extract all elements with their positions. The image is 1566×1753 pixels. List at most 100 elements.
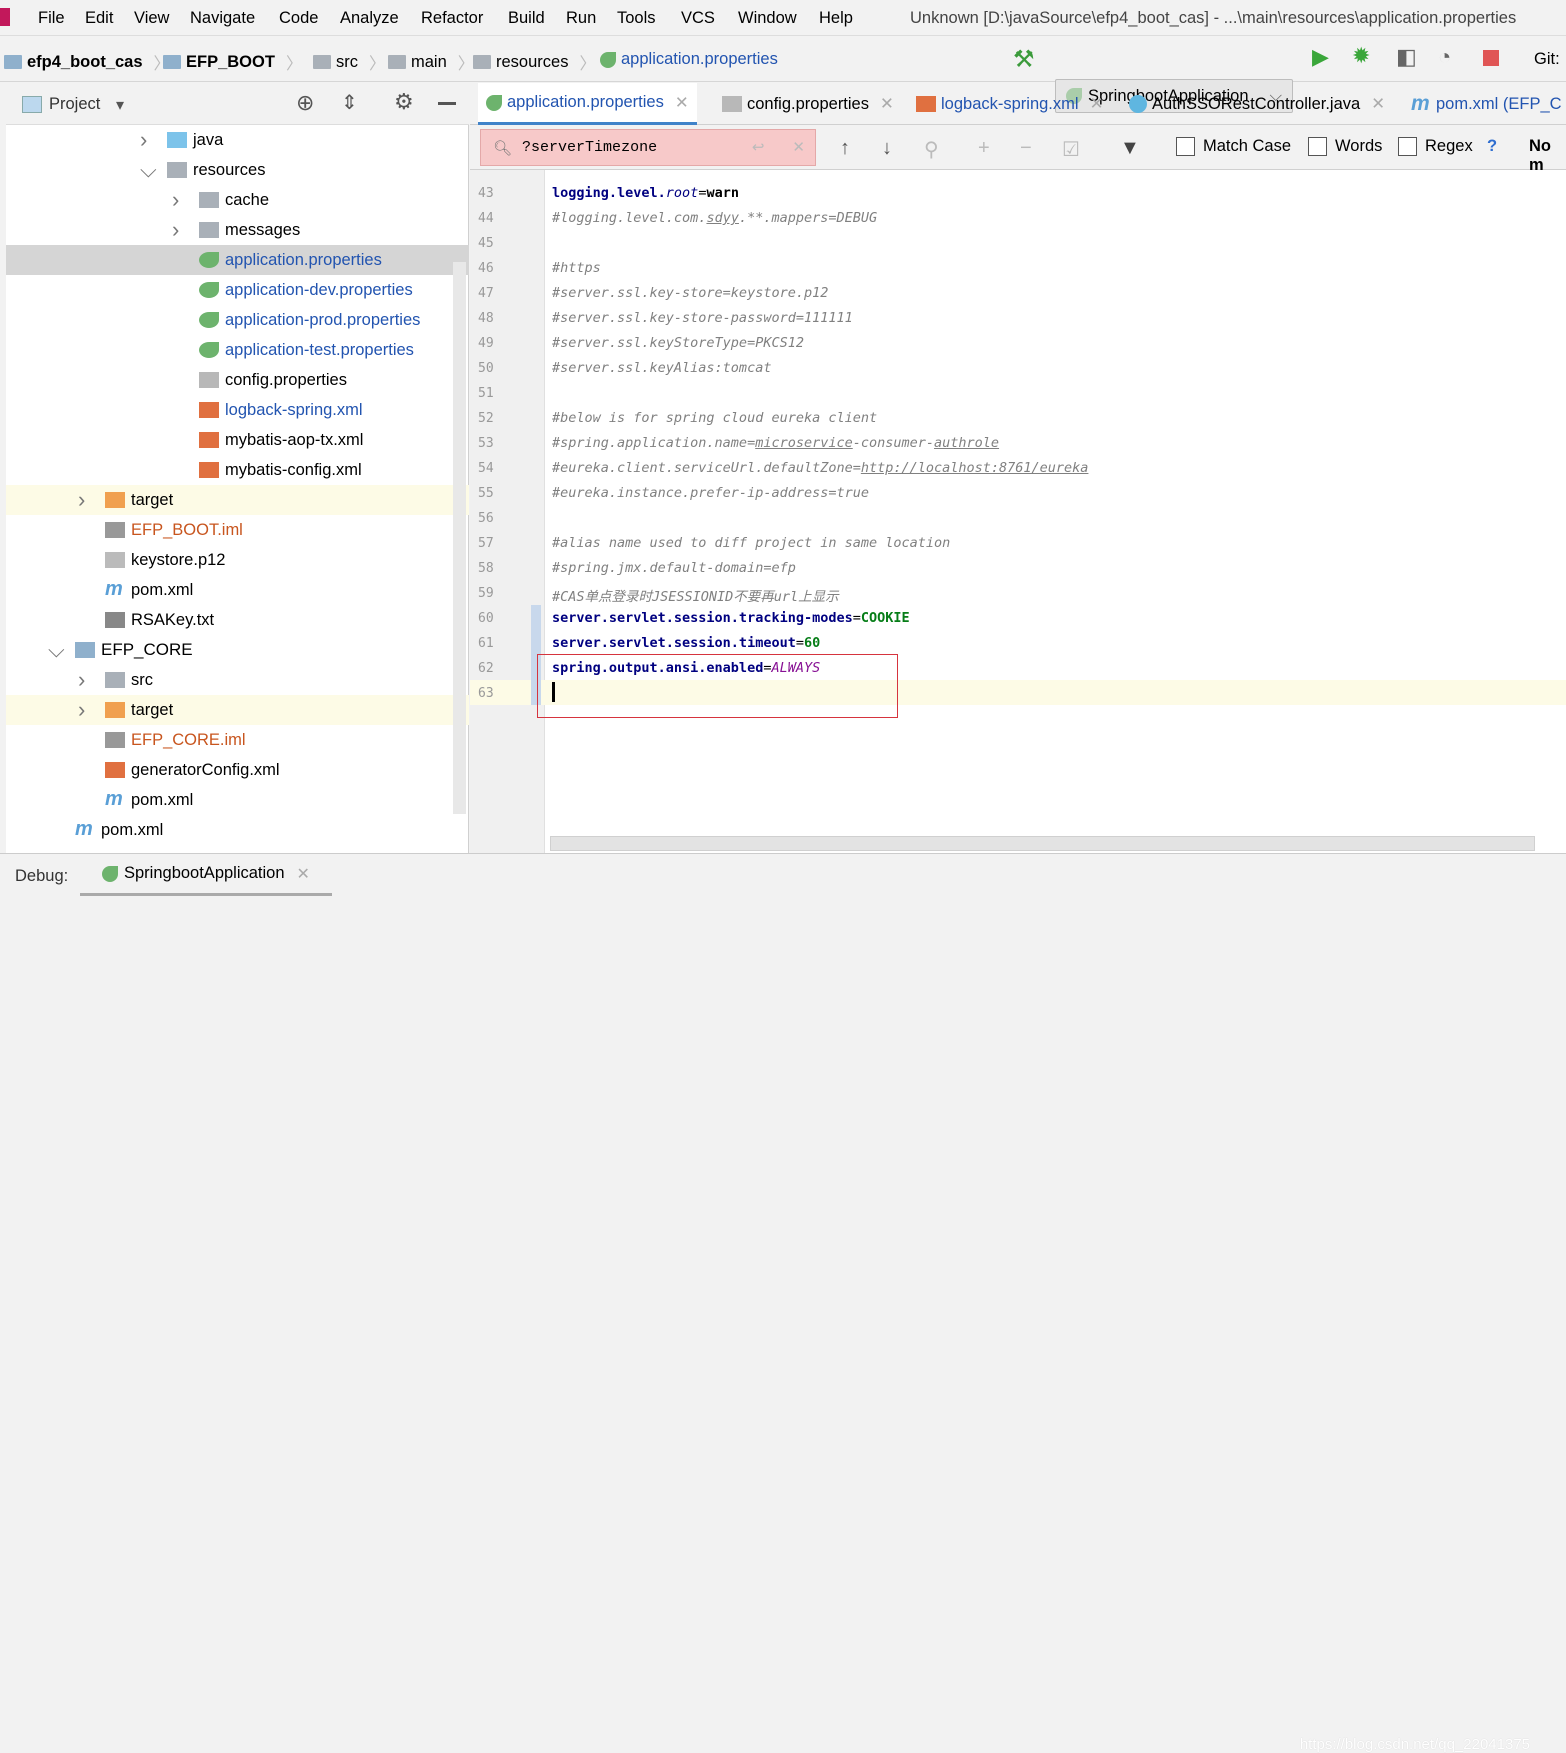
- close-icon[interactable]: ✕: [1371, 94, 1385, 114]
- code-line[interactable]: #https: [552, 260, 601, 276]
- tree-item[interactable]: m pom.xml: [6, 785, 469, 815]
- words-checkbox[interactable]: Words: [1308, 137, 1382, 156]
- menu-run[interactable]: Run: [566, 9, 596, 28]
- horizontal-scrollbar[interactable]: [550, 836, 1535, 851]
- next-occurrence-icon[interactable]: ↓: [882, 137, 892, 160]
- tree-scrollbar[interactable]: [453, 262, 466, 814]
- tree-item[interactable]: application-prod.properties: [6, 305, 469, 335]
- menu-code[interactable]: Code: [279, 9, 318, 28]
- breadcrumb-item[interactable]: src 〉: [313, 50, 386, 74]
- debug-icon[interactable]: ✹: [1352, 43, 1370, 69]
- tree-item[interactable]: mybatis-config.xml: [6, 455, 469, 485]
- breadcrumb-item[interactable]: main 〉: [388, 50, 474, 74]
- tab-authssorestcontroller[interactable]: AuthSSORestController.java ✕: [1121, 83, 1393, 125]
- coverage-icon[interactable]: ◧: [1396, 44, 1417, 70]
- tree-item[interactable]: › target: [6, 695, 469, 725]
- previous-occurrence-icon[interactable]: ↑: [840, 137, 850, 160]
- code-line[interactable]: #below is for spring cloud eureka client: [552, 410, 877, 426]
- code-line[interactable]: #logging.level.com.sdyy.**.mappers=DEBUG: [552, 210, 877, 226]
- tab-logback-spring[interactable]: logback-spring.xml ✕: [908, 83, 1111, 125]
- chevron-right-icon[interactable]: ›: [78, 487, 85, 513]
- chevron-down-icon[interactable]: ⌵: [140, 157, 157, 183]
- chevron-right-icon[interactable]: ›: [172, 187, 179, 213]
- code-line[interactable]: logging.level.root=warn: [552, 185, 739, 201]
- tree-item[interactable]: m pom.xml: [6, 575, 469, 605]
- caret-down-icon[interactable]: ▾: [116, 95, 124, 115]
- code-line[interactable]: #server.ssl.key-store=keystore.p12: [552, 285, 828, 301]
- tree-item[interactable]: mybatis-aop-tx.xml: [6, 425, 469, 455]
- tree-item[interactable]: application.properties: [6, 245, 469, 275]
- chevron-down-icon[interactable]: ⌵: [48, 637, 65, 663]
- menu-navigate[interactable]: Navigate: [190, 9, 255, 28]
- tree-item[interactable]: application-dev.properties: [6, 275, 469, 305]
- close-icon[interactable]: ✕: [880, 94, 894, 114]
- profile-icon[interactable]: ◔: [1438, 44, 1451, 70]
- chevron-right-icon[interactable]: ›: [78, 667, 85, 693]
- code-editor[interactable]: [545, 170, 1566, 853]
- code-line[interactable]: server.servlet.session.timeout=60: [552, 635, 820, 651]
- tree-item[interactable]: › java: [6, 125, 469, 155]
- code-line[interactable]: #server.ssl.key-store-password=111111: [552, 310, 853, 326]
- run-icon[interactable]: ▶: [1312, 44, 1329, 70]
- tab-config[interactable]: config.properties ✕: [714, 83, 902, 125]
- search-input[interactable]: 🔍︎ ?serverTimezone ↩ ✕: [480, 129, 816, 166]
- breadcrumb-item[interactable]: EFP_BOOT 〉: [163, 50, 302, 74]
- code-line[interactable]: #alias name used to diff project in same…: [552, 535, 950, 551]
- code-line[interactable]: #CAS单点登录时JSESSIONID不要再url上显示: [552, 585, 839, 605]
- add-selection-icon[interactable]: +: [978, 137, 990, 160]
- code-line[interactable]: server.servlet.session.tracking-modes=CO…: [552, 610, 910, 626]
- close-icon[interactable]: ✕: [675, 93, 689, 113]
- build-hammer-icon[interactable]: ⚒: [1013, 45, 1035, 74]
- tree-item[interactable]: m pom.xml: [6, 815, 469, 845]
- chevron-right-icon[interactable]: ›: [78, 697, 85, 723]
- tree-item[interactable]: application-test.properties: [6, 335, 469, 365]
- tree-item[interactable]: › target: [6, 485, 469, 515]
- code-line[interactable]: #spring.application.name=microservice-co…: [552, 435, 999, 451]
- breadcrumb-item[interactable]: resources 〉: [473, 50, 596, 74]
- chevron-right-icon[interactable]: ›: [140, 127, 147, 153]
- stop-icon[interactable]: [1483, 50, 1499, 66]
- menu-window[interactable]: Window: [738, 9, 797, 28]
- menu-analyze[interactable]: Analyze: [340, 9, 399, 28]
- menu-vcs[interactable]: VCS: [681, 9, 715, 28]
- debug-tab[interactable]: SpringbootApplication ✕: [80, 854, 332, 896]
- menu-edit[interactable]: Edit: [85, 9, 113, 28]
- breadcrumb-item[interactable]: application.properties: [600, 50, 778, 69]
- menu-tools[interactable]: Tools: [617, 9, 656, 28]
- menu-refactor[interactable]: Refactor: [421, 9, 483, 28]
- code-line[interactable]: #spring.jmx.default-domain=efp: [552, 560, 796, 576]
- tree-item[interactable]: keystore.p12: [6, 545, 469, 575]
- find-all-icon[interactable]: ⚲: [924, 137, 939, 162]
- tree-item[interactable]: › src: [6, 665, 469, 695]
- gear-icon[interactable]: ⚙: [394, 89, 414, 115]
- regex-help-button[interactable]: ?: [1487, 137, 1497, 156]
- filter-icon[interactable]: ▼: [1120, 137, 1140, 160]
- chevron-right-icon[interactable]: ›: [172, 217, 179, 243]
- match-case-checkbox[interactable]: Match Case: [1176, 137, 1291, 156]
- tree-item[interactable]: EFP_CORE.iml: [6, 725, 469, 755]
- clear-icon[interactable]: ✕: [792, 138, 805, 157]
- tab-pom[interactable]: m pom.xml (EFP_C: [1403, 83, 1566, 125]
- close-icon[interactable]: ✕: [297, 864, 310, 884]
- close-icon[interactable]: ✕: [1090, 94, 1104, 114]
- tree-item[interactable]: › cache: [6, 185, 469, 215]
- locate-icon[interactable]: ⊕: [296, 90, 314, 116]
- tree-item[interactable]: logback-spring.xml: [6, 395, 469, 425]
- collapse-all-icon[interactable]: ⇕: [341, 90, 358, 115]
- code-line[interactable]: #eureka.client.serviceUrl.defaultZone=ht…: [552, 460, 1088, 476]
- hide-icon[interactable]: [438, 102, 456, 105]
- tree-item[interactable]: RSAKey.txt: [6, 605, 469, 635]
- menu-view[interactable]: View: [134, 9, 169, 28]
- regex-checkbox[interactable]: Regex: [1398, 137, 1473, 156]
- project-panel-title[interactable]: Project: [49, 95, 100, 114]
- select-all-icon[interactable]: ☑: [1062, 137, 1080, 162]
- code-line[interactable]: #server.ssl.keyAlias:tomcat: [552, 360, 771, 376]
- code-line[interactable]: #eureka.instance.prefer-ip-address=true: [552, 485, 869, 501]
- tree-item[interactable]: ⌵ resources: [6, 155, 469, 185]
- menu-file[interactable]: File: [38, 9, 65, 28]
- new-line-icon[interactable]: ↩: [752, 138, 765, 157]
- tree-item[interactable]: generatorConfig.xml: [6, 755, 469, 785]
- remove-selection-icon[interactable]: −: [1020, 137, 1032, 160]
- menu-help[interactable]: Help: [819, 9, 853, 28]
- code-line[interactable]: #server.ssl.keyStoreType=PKCS12: [552, 335, 804, 351]
